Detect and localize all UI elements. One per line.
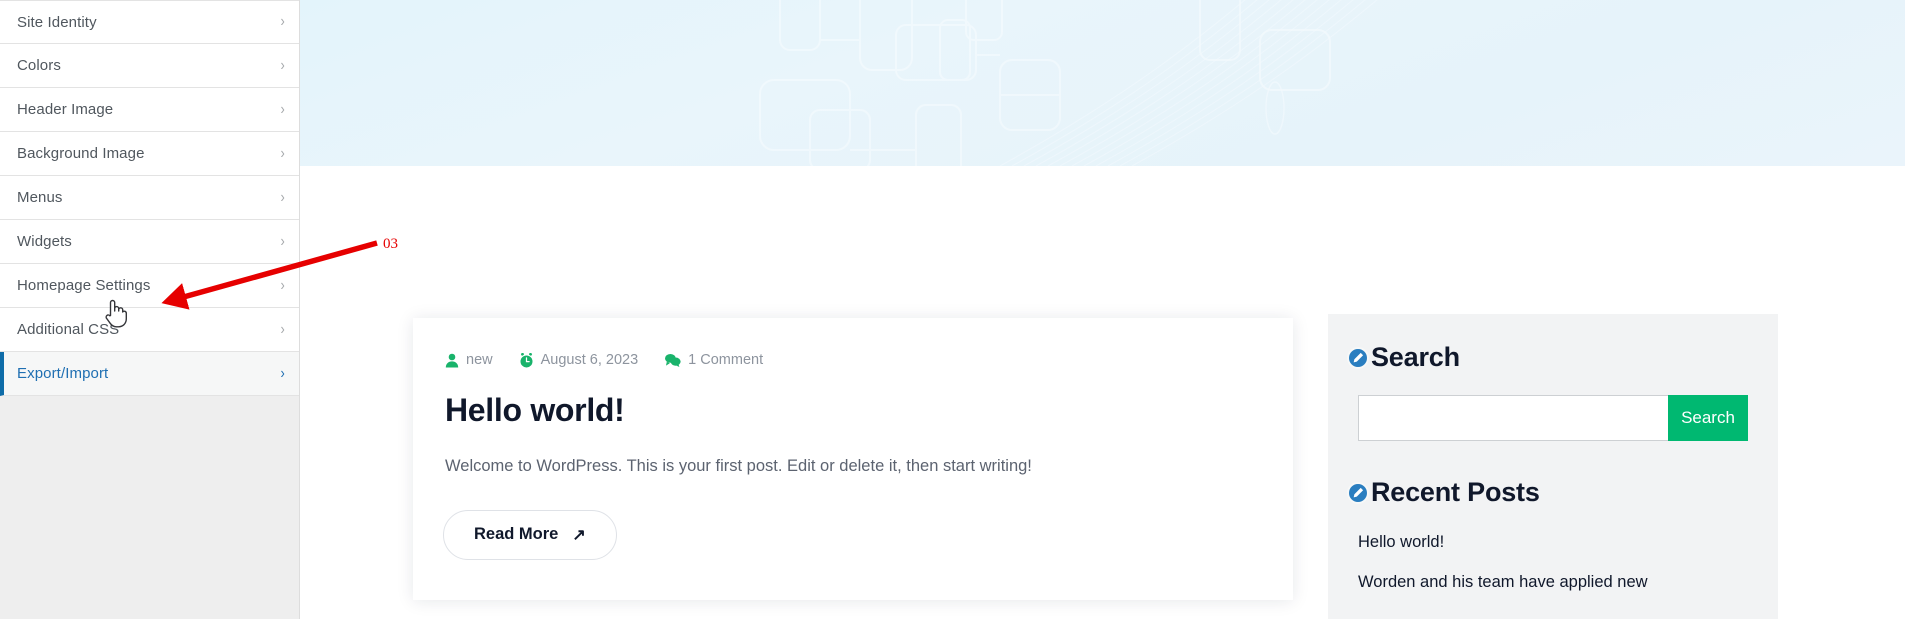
chevron-right-icon: ›: [280, 320, 285, 338]
chevron-right-icon: ›: [280, 56, 285, 74]
search-input[interactable]: [1358, 395, 1668, 441]
customizer-panel: Site Identity › Colors › Header Image › …: [0, 0, 300, 619]
customizer-section-list: Site Identity › Colors › Header Image › …: [0, 0, 299, 396]
recent-posts-widget-title: Recent Posts: [1347, 477, 1748, 508]
sidebar-item-colors[interactable]: Colors ›: [0, 44, 299, 88]
sidebar-item-export-import[interactable]: Export/Import ›: [0, 352, 299, 396]
hero-circuit-pattern-icon: [759, 0, 1378, 166]
sidebar-item-label: Homepage Settings: [17, 277, 151, 294]
sidebar-item-label: Export/Import: [17, 365, 109, 382]
chevron-right-icon: ›: [280, 232, 285, 250]
list-item[interactable]: Worden and his team have applied new: [1358, 570, 1748, 596]
read-more-label: Read More: [474, 525, 559, 544]
sidebar-item-label: Site Identity: [17, 13, 97, 31]
sidebar-item-header-image[interactable]: Header Image ›: [0, 88, 299, 132]
chevron-right-icon: ›: [280, 364, 285, 382]
preview-content: new August 6, 2023 1 Comment Hello world…: [300, 166, 1905, 619]
sidebar-item-site-identity[interactable]: Site Identity ›: [0, 0, 299, 44]
screen: Site Identity › Colors › Header Image › …: [0, 0, 1905, 619]
sidebar-item-menus[interactable]: Menus ›: [0, 176, 299, 220]
edit-pencil-icon[interactable]: [1347, 346, 1369, 369]
read-more-button[interactable]: Read More ↗: [443, 509, 617, 560]
user-icon: [445, 353, 459, 368]
post-date: August 6, 2023: [519, 352, 639, 368]
site-preview: new August 6, 2023 1 Comment Hello world…: [300, 0, 1905, 619]
sidebar-item-label: Additional CSS: [17, 321, 120, 338]
search-widget-title: Search: [1347, 342, 1748, 373]
chevron-right-icon: ›: [280, 276, 285, 294]
comments-icon: [664, 353, 681, 367]
chevron-right-icon: ›: [280, 144, 285, 162]
post-comments: 1 Comment: [664, 352, 763, 368]
post-date-text: August 6, 2023: [540, 352, 639, 368]
sidebar-item-label: Colors: [17, 57, 61, 74]
sidebar-item-label: Menus: [17, 189, 63, 206]
post-author-name: new: [466, 352, 493, 368]
sidebar-item-homepage-settings[interactable]: Homepage Settings ›: [0, 264, 299, 308]
chevron-right-icon: ›: [280, 13, 285, 30]
sidebar-item-background-image[interactable]: Background Image ›: [0, 132, 299, 176]
sidebar-item-widgets[interactable]: Widgets ›: [0, 220, 299, 264]
sidebar-item-label: Header Image: [17, 101, 114, 118]
search-widget: Search Search: [1347, 342, 1748, 441]
sidebar-widgets: Search Search Recent Posts Hello world! …: [1328, 314, 1778, 619]
alarm-clock-icon: [519, 352, 534, 368]
search-widget-heading: Search: [1371, 342, 1460, 372]
post-meta: new August 6, 2023 1 Comment: [443, 352, 1263, 368]
post-card: new August 6, 2023 1 Comment Hello world…: [413, 318, 1293, 600]
chevron-right-icon: ›: [280, 188, 285, 206]
search-form: Search: [1358, 395, 1748, 441]
arrow-up-right-icon: ↗: [572, 526, 586, 544]
sidebar-item-additional-css[interactable]: Additional CSS ›: [0, 308, 299, 352]
post-author: new: [445, 352, 493, 368]
chevron-right-icon: ›: [280, 100, 285, 118]
recent-posts-widget: Recent Posts Hello world! Worden and his…: [1347, 477, 1748, 595]
list-item[interactable]: Hello world!: [1358, 530, 1748, 556]
sidebar-item-label: Widgets: [17, 233, 72, 250]
sidebar-item-label: Background Image: [17, 145, 145, 162]
recent-posts-list: Hello world! Worden and his team have ap…: [1358, 530, 1748, 595]
edit-pencil-icon[interactable]: [1347, 481, 1369, 504]
hero-banner: [300, 0, 1905, 166]
post-title[interactable]: Hello world!: [443, 392, 1263, 429]
search-submit-button[interactable]: Search: [1668, 395, 1748, 441]
post-excerpt: Welcome to WordPress. This is your first…: [445, 457, 1032, 475]
recent-posts-heading: Recent Posts: [1371, 477, 1540, 507]
post-comments-text: 1 Comment: [688, 352, 764, 368]
